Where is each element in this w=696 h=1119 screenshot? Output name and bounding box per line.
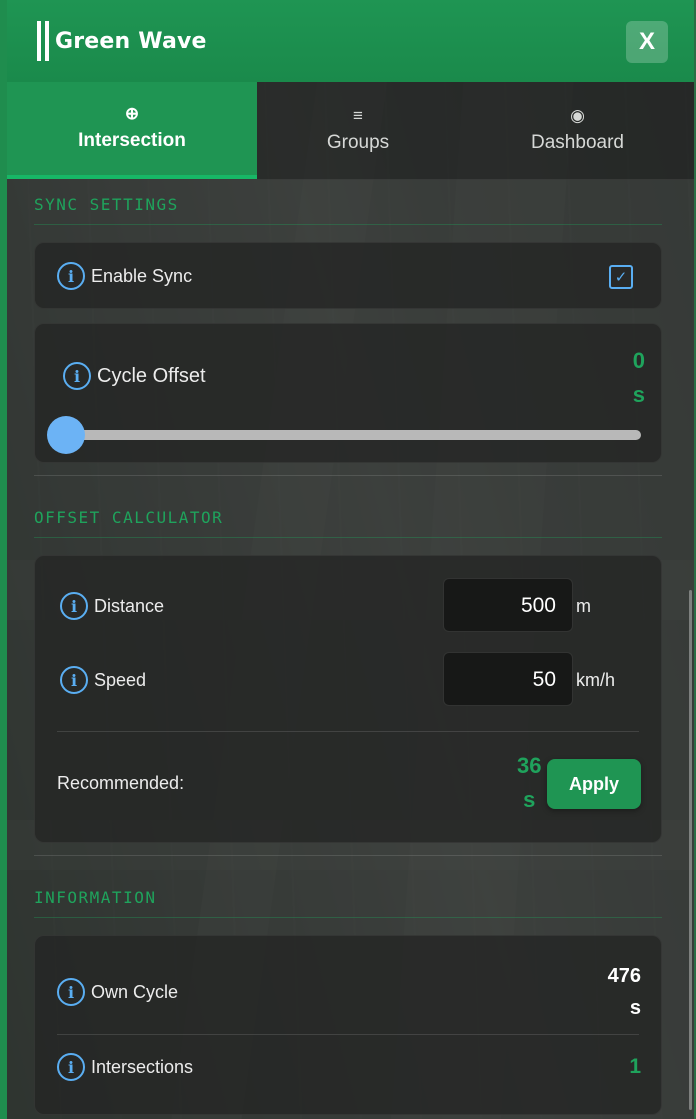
close-button[interactable]: X [626, 21, 668, 63]
tab-groups[interactable]: ≡ Groups [257, 82, 459, 179]
intersections-label: Intersections [91, 1056, 194, 1077]
tab-label: Groups [326, 132, 390, 153]
cycle-offset-slider-handle[interactable] [47, 416, 85, 454]
offset-calculator-heading: OFFSET CALCULATOR [34, 508, 662, 538]
own-cycle-label: Own Cycle [91, 981, 179, 1002]
divider [34, 855, 662, 856]
info-icon[interactable]: i [63, 362, 91, 390]
info-icon[interactable]: i [60, 666, 88, 694]
speed-label: Speed [94, 669, 147, 690]
cycle-offset-value: 0 s [632, 348, 645, 408]
apply-button[interactable]: Apply [547, 759, 641, 809]
information-card: i Own Cycle 476 s i Intersections 1 [34, 935, 662, 1115]
recommended-value: 36 s [517, 753, 542, 813]
title-bar: Green Wave X [7, 0, 694, 82]
tab-bar: ⊕ Intersection ≡ Groups ◉ Dashboard [7, 82, 694, 180]
tab-label: Dashboard [531, 132, 624, 153]
information-heading: INFORMATION [34, 888, 662, 918]
cycle-offset-slider-track[interactable] [65, 430, 641, 440]
tab-intersection[interactable]: ⊕ Intersection [7, 82, 257, 179]
crosshair-icon: ⊕ [124, 104, 140, 123]
green-wave-window: Green Wave X ⊕ Intersection ≡ Groups ◉ D… [0, 0, 696, 1119]
list-icon: ≡ [353, 106, 363, 125]
divider [57, 731, 639, 732]
recommended-label: Recommended: [57, 773, 185, 793]
divider [57, 1034, 639, 1035]
info-icon[interactable]: i [57, 978, 85, 1006]
intersections-value: 1 [629, 1055, 641, 1078]
offset-calculator-card: i Distance 500 m i Speed 50 km/h Recomme… [34, 555, 662, 843]
speed-input[interactable]: 50 [443, 652, 573, 706]
divider [34, 475, 662, 476]
panel-content: SYNC SETTINGS i Enable Sync ✓ i Cycle Of… [7, 180, 694, 1119]
scrollbar[interactable] [689, 590, 692, 1110]
sync-settings-heading: SYNC SETTINGS [34, 195, 662, 225]
checkmark-icon: ✓ [614, 268, 628, 286]
info-icon[interactable]: i [57, 1053, 85, 1081]
tab-dashboard[interactable]: ◉ Dashboard [459, 82, 694, 179]
info-icon[interactable]: i [60, 592, 88, 620]
enable-sync-label: Enable Sync [91, 265, 193, 286]
cycle-offset-card: i Cycle Offset 0 s [34, 323, 662, 463]
enable-sync-checkbox[interactable]: ✓ [609, 265, 633, 289]
own-cycle-value: 476 s [607, 965, 641, 1019]
radio-dot-icon: ◉ [570, 106, 585, 125]
cycle-offset-label: Cycle Offset [97, 364, 206, 387]
app-logo-icon [37, 21, 49, 61]
app-title: Green Wave [55, 28, 207, 54]
speed-unit: km/h [576, 670, 616, 690]
distance-label: Distance [94, 595, 165, 616]
enable-sync-card: i Enable Sync ✓ [34, 242, 662, 309]
distance-unit: m [576, 596, 591, 616]
distance-input[interactable]: 500 [443, 578, 573, 632]
tab-label: Intersection [78, 130, 186, 151]
info-icon[interactable]: i [57, 262, 85, 290]
